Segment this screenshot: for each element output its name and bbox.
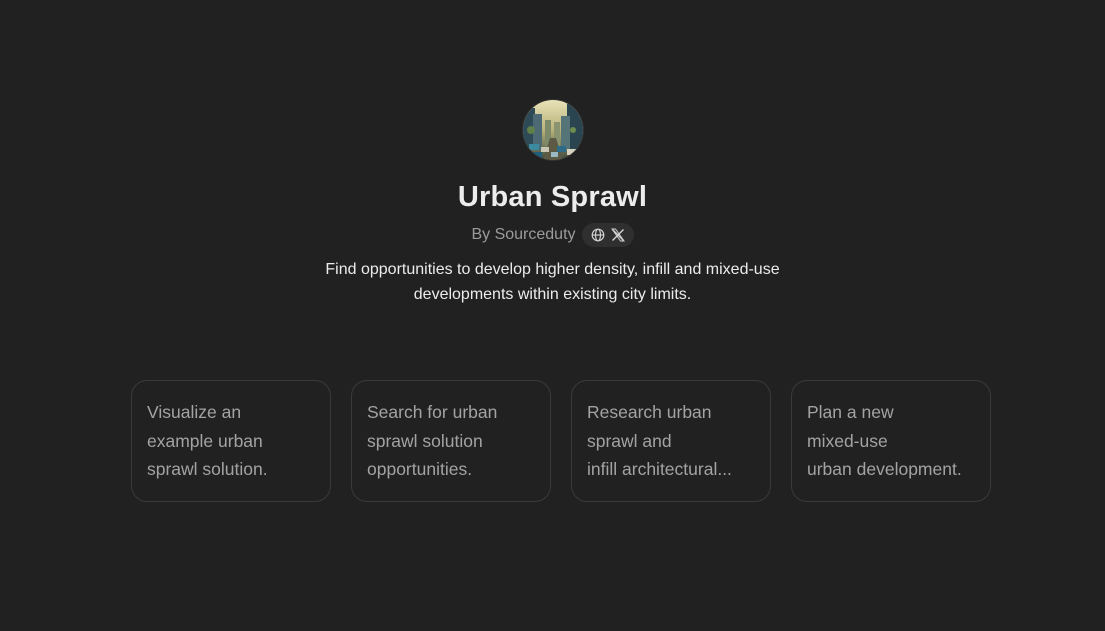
gpt-header: Urban Sprawl By Sourceduty Find opportun… bbox=[0, 100, 1105, 307]
globe-icon[interactable] bbox=[591, 228, 605, 242]
starter-research[interactable]: Research urban sprawl and infill archite… bbox=[571, 380, 771, 502]
starter-search[interactable]: Search for urban sprawl solution opportu… bbox=[351, 380, 551, 502]
starter-plan[interactable]: Plan a new mixed-use urban development. bbox=[791, 380, 991, 502]
social-links bbox=[581, 223, 634, 247]
city-street-image bbox=[522, 100, 583, 160]
x-logo-icon[interactable] bbox=[610, 228, 625, 242]
starter-visualize[interactable]: Visualize an example urban sprawl soluti… bbox=[131, 380, 331, 502]
gpt-landing-page: Urban Sprawl By Sourceduty Find opportun… bbox=[0, 0, 1105, 631]
gpt-description: Find opportunities to develop higher den… bbox=[325, 261, 780, 303]
gpt-byline: By Sourceduty bbox=[471, 223, 634, 247]
gpt-avatar bbox=[522, 100, 583, 160]
conversation-starters: Visualize an example urban sprawl soluti… bbox=[131, 380, 991, 502]
gpt-title: Urban Sprawl bbox=[457, 181, 648, 213]
author-label: By Sourceduty bbox=[471, 226, 576, 243]
